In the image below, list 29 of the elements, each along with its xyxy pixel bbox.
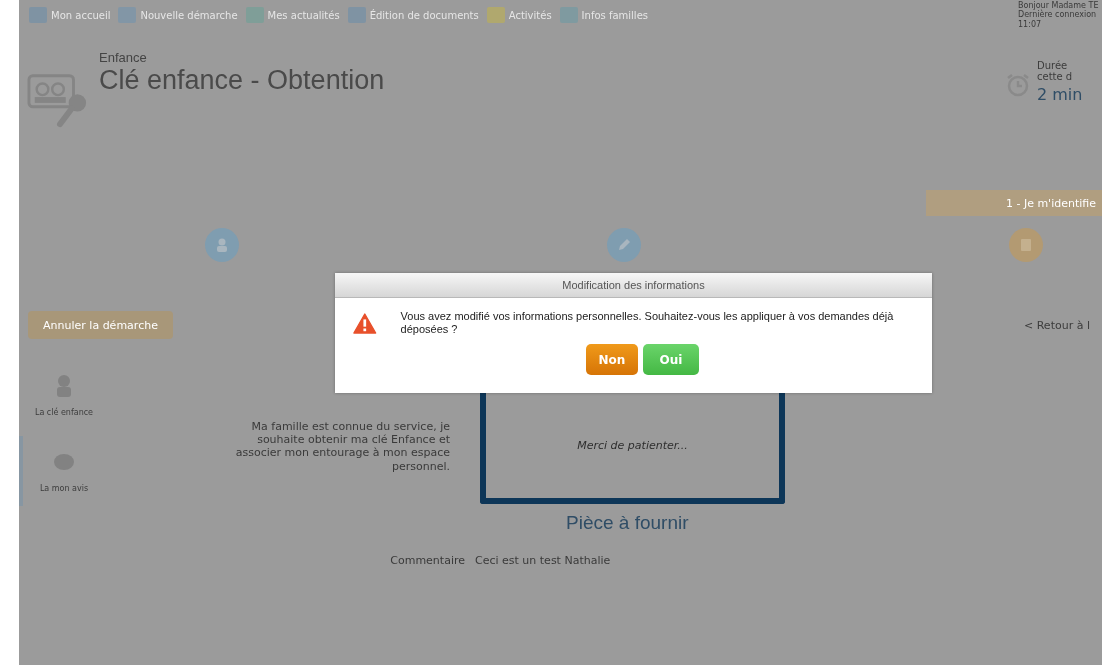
loading-message: Merci de patienter...: [577, 439, 688, 452]
description-text: Ma famille est connue du service, je souhaite obtenir ma clé Enfance et associer mon entourage à mon espace personnel.: [234, 420, 450, 473]
category-label: Enfance: [99, 50, 148, 65]
duration-label: cette d: [1037, 71, 1074, 82]
dialog-message: Vous avez modifié vos informations personnelles. Souhaitez-vous les appliquer à vos demandes déjà déposées ?: [400, 310, 895, 337]
section-title: Pièce à fournir: [566, 512, 690, 534]
nav-link[interactable]: Mon accueil: [29, 7, 111, 23]
nav-link[interactable]: Nouvelle démarche: [118, 7, 238, 23]
comment-value: Ceci est un test Nathalie: [475, 554, 611, 567]
login-time: 11:07: [1018, 19, 1043, 29]
last-login-text: Dernière connexion: [1018, 10, 1098, 20]
nav-link[interactable]: Édition de documents: [347, 7, 479, 23]
duration-value: 2 min: [1037, 86, 1083, 104]
cancel-button[interactable]: Annuler la démarche: [28, 311, 173, 339]
nav-link[interactable]: Infos familles: [559, 7, 648, 23]
no-button[interactable]: Non: [586, 344, 638, 376]
duration-label: Durée: [1037, 60, 1069, 71]
comment-label: Commentaire: [389, 554, 465, 567]
sidebar-item[interactable]: La clé enfance: [19, 360, 105, 430]
step-banner: 1 - Je m'identifie: [926, 190, 1102, 216]
nav-link[interactable]: Mes actualités: [245, 7, 340, 23]
warning-icon: [353, 311, 377, 335]
nav-link[interactable]: Activités: [486, 7, 552, 23]
dialog-title: Modification des informations: [335, 273, 932, 298]
sidebar-item[interactable]: La mon avis: [19, 436, 105, 506]
page-title: Clé enfance - Obtention: [99, 65, 386, 96]
back-link[interactable]: < Retour à l: [1024, 318, 1102, 332]
greeting-text: Bonjour Madame TE: [1018, 1, 1100, 11]
yes-button[interactable]: Oui: [643, 344, 699, 376]
